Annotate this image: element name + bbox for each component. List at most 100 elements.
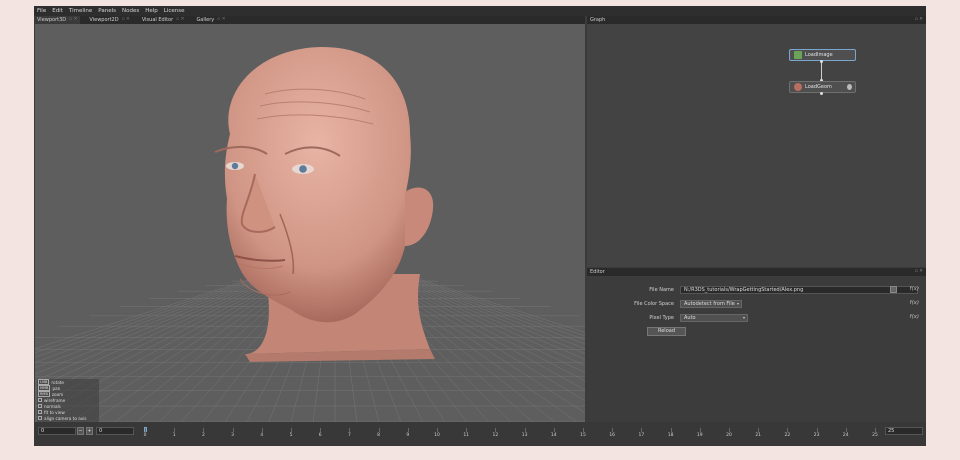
timeline-tick-label: 18 (667, 433, 674, 438)
timeline-tick-label: 11 (463, 433, 470, 438)
tab-label: Viewport3D (37, 17, 67, 23)
tab-close-icon[interactable]: ▫ ✕ (122, 16, 130, 24)
timeline-tick-label: 1 (172, 433, 176, 438)
hint-checkbox[interactable] (38, 410, 42, 414)
tab-close-icon[interactable]: ▫ ✕ (176, 16, 184, 24)
graph-panel-controls-icon[interactable]: ▫ ✕ (915, 16, 923, 24)
hint-label: normals (44, 403, 61, 409)
timeline-tick-label: 5 (289, 433, 293, 438)
timeline-tick (232, 428, 234, 432)
fx-file-name-icon[interactable]: f(x) (910, 286, 919, 292)
timeline-tick (816, 428, 818, 432)
hint-label: align camera to axis (44, 415, 87, 421)
viewport-3d[interactable]: LMB rotate MMB pan RMB zoom wireframe normals fi… (35, 24, 585, 422)
timeline-tick (349, 428, 351, 432)
timeline-tick (261, 428, 263, 432)
timeline-tick-label: 12 (492, 433, 499, 438)
timeline-tick-label: 4 (260, 433, 264, 438)
pixel-type-label: Pixel Type (649, 315, 674, 321)
fx-color-space-icon[interactable]: f(x) (910, 300, 919, 306)
geometry-icon (794, 83, 802, 91)
menu-edit[interactable]: Edit (49, 6, 66, 16)
grid-line (404, 278, 585, 349)
file-browse-checkbox[interactable] (890, 286, 897, 293)
timeline-increment-button[interactable]: + (86, 427, 93, 435)
hint-label: pan (52, 385, 61, 391)
editor-panel: File Name N:/R3DS_tutorials/WrapGettingS… (587, 276, 926, 422)
hint-key: RMB (38, 391, 50, 397)
tab-close-icon[interactable]: ▫ ✕ (217, 16, 225, 24)
timeline-tick-label: 25 (872, 433, 878, 438)
menu-nodes[interactable]: Nodes (119, 6, 142, 16)
timeline-tick-label: 2 (201, 433, 205, 438)
timeline-tick-label: 20 (726, 433, 732, 438)
timeline-tick (320, 428, 322, 432)
color-space-select[interactable]: Autodetect from File ▾ (680, 300, 742, 308)
image-icon (794, 51, 802, 59)
editor-panel-controls-icon[interactable]: ▫ ✕ (915, 268, 923, 276)
hint-label: wireframe (44, 397, 66, 403)
reload-button[interactable]: Reload (647, 327, 686, 336)
timeline-end-input[interactable]: 25 (885, 427, 923, 435)
hint-checkbox[interactable] (38, 398, 42, 402)
fx-pixel-type-icon[interactable]: f(x) (910, 314, 919, 320)
timeline-tick-label: 23 (813, 433, 820, 438)
timeline-tick-label: 19 (696, 433, 703, 438)
timeline-tick (437, 428, 438, 432)
timeline-tick-label: 17 (638, 433, 645, 438)
pixel-type-row: Pixel Type Auto ▾ (587, 313, 748, 323)
timeline-tick-label: 15 (580, 433, 586, 438)
timeline-ruler[interactable]: 0 1 2 3 4 5 6 7 8 9 10 11 12 13 14 15 16 17 18 19 20 21 22 23 24… (144, 427, 882, 439)
timeline-tick (729, 428, 730, 432)
file-name-input[interactable]: N:/R3DS_tutorials/WrapGettingStarted/Ale… (680, 286, 918, 294)
timeline-tick-label: 21 (755, 433, 762, 438)
tab-visual-editor[interactable]: Visual Editor ▫ ✕ (139, 16, 188, 24)
menu-timeline[interactable]: Timeline (66, 6, 95, 16)
tab-label: Visual Editor (141, 17, 174, 23)
node-loadgeom[interactable]: LoadGeom (789, 81, 856, 93)
graph-title: Graph (590, 17, 606, 23)
menu-license[interactable]: License (161, 6, 188, 16)
tab-viewport2d[interactable]: Viewport2D ▫ ✕ (86, 16, 132, 24)
timeline-tick-label: 8 (377, 433, 381, 438)
hint-label: fit to view (44, 409, 65, 415)
graph-panel[interactable]: LoadImage LoadGeom (587, 24, 926, 267)
timeline-start-input[interactable]: 0 (38, 427, 76, 435)
tab-close-icon[interactable]: ▫ ✕ (69, 16, 77, 24)
timeline-decrement-button[interactable]: − (77, 427, 84, 435)
timeline-tick (466, 428, 468, 432)
visibility-bulb-icon[interactable] (847, 84, 852, 90)
hint-checkbox[interactable] (38, 404, 42, 408)
timeline-tick-label: 3 (231, 433, 235, 438)
timeline-tick-label: 7 (347, 433, 351, 438)
timeline-current-input[interactable]: 0 (96, 427, 134, 435)
pixel-type-select[interactable]: Auto ▾ (680, 314, 748, 322)
node-label: LoadGeom (805, 84, 832, 90)
app-window: File Edit Timeline Panels Nodes Help License V… (34, 6, 926, 446)
timeline-tick (203, 428, 205, 432)
grid-line (418, 278, 585, 333)
menu-bar: File Edit Timeline Panels Nodes Help License (34, 6, 926, 16)
viewport-scene[interactable] (35, 24, 585, 422)
timeline-tick (758, 428, 760, 432)
color-space-row: File Color Space Autodetect from File ▾ (587, 299, 742, 309)
timeline-tick (174, 428, 176, 432)
timeline-tick (524, 428, 526, 432)
hint-checkbox[interactable] (38, 416, 42, 420)
hint-label: zoom (51, 391, 64, 397)
node-loadimage[interactable]: LoadImage (789, 49, 856, 61)
tab-gallery[interactable]: Gallery ▫ ✕ (193, 16, 228, 24)
color-space-value: Autodetect from File (684, 301, 735, 307)
editor-title: Editor (590, 269, 605, 275)
timeline-tick (583, 428, 584, 432)
tab-viewport3d[interactable]: Viewport3D ▫ ✕ (34, 16, 81, 24)
menu-file[interactable]: File (34, 6, 49, 16)
menu-panels[interactable]: Panels (95, 6, 119, 16)
dropdown-arrow-icon: ▾ (742, 315, 745, 320)
pixel-type-value: Auto (684, 315, 696, 321)
color-space-label: File Color Space (634, 301, 674, 307)
timeline-tick-label: 13 (521, 433, 528, 438)
menu-help[interactable]: Help (142, 6, 161, 16)
output-port[interactable] (820, 92, 823, 95)
node-connection (821, 63, 822, 80)
